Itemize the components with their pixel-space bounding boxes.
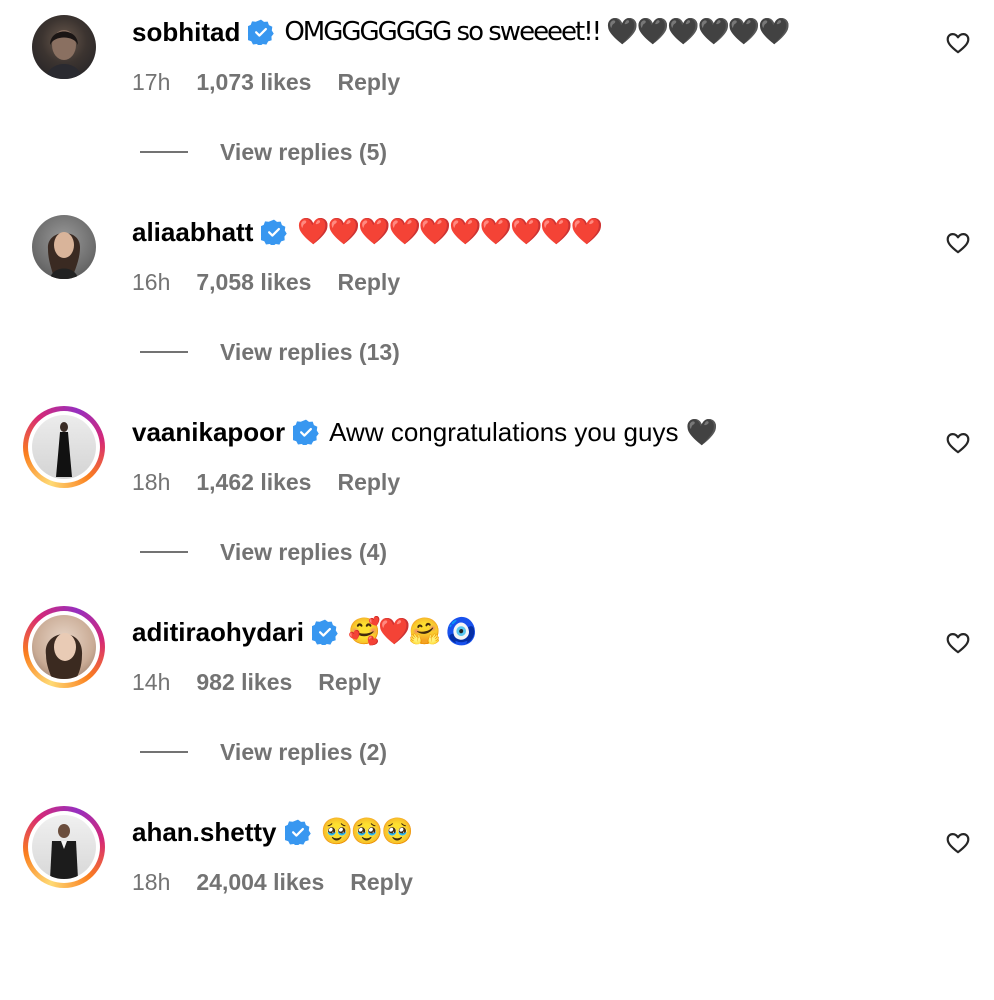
- view-replies-button[interactable]: View replies (5): [140, 132, 387, 172]
- comment-meta: 18h 1,462 likes Reply: [132, 462, 426, 502]
- comment-meta: 16h 7,058 likes Reply: [132, 262, 426, 302]
- likes-count[interactable]: 1,462 likes: [196, 469, 311, 495]
- avatar[interactable]: [23, 6, 105, 88]
- verified-badge-icon: [261, 219, 288, 245]
- likes-count[interactable]: 24,004 likes: [196, 869, 324, 895]
- replies-divider: [140, 751, 188, 753]
- likes-count[interactable]: 1,073 likes: [196, 69, 311, 95]
- comment-text: Aww congratulations you guys 🖤: [329, 417, 719, 447]
- comment-time[interactable]: 18h: [132, 869, 170, 895]
- comment-item: vaanikapoor Aww congratulations you guys…: [0, 400, 994, 600]
- verified-badge-icon: [284, 819, 311, 845]
- comment-meta: 18h 24,004 likes Reply: [132, 862, 439, 902]
- avatar-portrait-icon: [47, 232, 80, 279]
- comment-item: aditiraohydari 🥰❤️🤗 🧿 14h 982 likes Reply …: [0, 600, 994, 800]
- view-replies-label: View replies (13): [220, 339, 400, 365]
- avatar-portrait-icon: [50, 824, 78, 879]
- like-heart-icon[interactable]: [945, 230, 971, 256]
- username-link[interactable]: ahan.shetty: [132, 812, 277, 852]
- avatar[interactable]: [23, 806, 105, 888]
- reply-button[interactable]: Reply: [318, 669, 381, 695]
- comment-time[interactable]: 18h: [132, 469, 170, 495]
- like-heart-icon[interactable]: [945, 830, 971, 856]
- comment-header: ahan.shetty 🥹🥹🥹: [132, 812, 414, 852]
- comment-text: 🥰❤️🤗 🧿: [347, 617, 478, 647]
- comment-item: sobhitad OMGGGGGGG so sweeeet!! 🖤🖤🖤🖤🖤🖤 1…: [0, 0, 994, 200]
- replies-divider: [140, 151, 188, 153]
- comment-text: OMGGGGGGG so sweeeet!! 🖤🖤🖤🖤🖤🖤: [284, 17, 790, 47]
- view-replies-label: View replies (4): [220, 539, 388, 565]
- replies-divider: [140, 351, 188, 353]
- reply-button[interactable]: Reply: [350, 869, 413, 895]
- likes-count[interactable]: 7,058 likes: [196, 269, 311, 295]
- comment-time[interactable]: 16h: [132, 269, 170, 295]
- avatar-portrait-icon: [45, 633, 83, 679]
- reply-button[interactable]: Reply: [337, 269, 400, 295]
- avatar-portrait-icon: [56, 422, 72, 477]
- comment-text: ❤️❤️❤️❤️❤️❤️❤️❤️❤️❤️: [297, 217, 603, 247]
- likes-count[interactable]: 982 likes: [196, 669, 292, 695]
- comment-time[interactable]: 17h: [132, 69, 170, 95]
- avatar-image: [32, 815, 96, 879]
- view-replies-button[interactable]: View replies (2): [140, 732, 387, 772]
- avatar[interactable]: [23, 606, 105, 688]
- avatar-image: [32, 415, 96, 479]
- view-replies-button[interactable]: View replies (13): [140, 332, 400, 372]
- avatar[interactable]: [23, 406, 105, 488]
- comment-header: aliaabhatt ❤️❤️❤️❤️❤️❤️❤️❤️❤️❤️: [132, 212, 603, 252]
- comment-text: 🥹🥹🥹: [320, 817, 414, 847]
- avatar-image: [32, 15, 96, 79]
- comment-item: aliaabhatt ❤️❤️❤️❤️❤️❤️❤️❤️❤️❤️ 16h 7,058…: [0, 200, 994, 400]
- comment-time[interactable]: 14h: [132, 669, 170, 695]
- replies-divider: [140, 551, 188, 553]
- username-link[interactable]: aliaabhatt: [132, 212, 253, 252]
- view-replies-button[interactable]: View replies (4): [140, 532, 387, 572]
- comment-header: vaanikapoor Aww congratulations you guys…: [132, 412, 718, 452]
- reply-button[interactable]: Reply: [337, 69, 400, 95]
- avatar[interactable]: [23, 206, 105, 288]
- username-link[interactable]: sobhitad: [132, 12, 240, 52]
- reply-button[interactable]: Reply: [337, 469, 400, 495]
- verified-badge-icon: [248, 19, 275, 45]
- view-replies-label: View replies (5): [220, 139, 388, 165]
- like-heart-icon[interactable]: [945, 630, 971, 656]
- comment-header: sobhitad OMGGGGGGG so sweeeet!! 🖤🖤🖤🖤🖤🖤: [132, 12, 791, 52]
- avatar-image: [32, 615, 96, 679]
- comment-meta: 14h 982 likes Reply: [132, 662, 407, 702]
- comment-meta: 17h 1,073 likes Reply: [132, 62, 426, 102]
- like-heart-icon[interactable]: [945, 30, 971, 56]
- verified-badge-icon: [311, 619, 338, 645]
- like-heart-icon[interactable]: [945, 430, 971, 456]
- username-link[interactable]: vaanikapoor: [132, 412, 285, 452]
- avatar-image: [32, 215, 96, 279]
- avatar-portrait-icon: [46, 30, 82, 79]
- comment-header: aditiraohydari 🥰❤️🤗 🧿: [132, 612, 478, 652]
- view-replies-label: View replies (2): [220, 739, 388, 765]
- username-link[interactable]: aditiraohydari: [132, 612, 304, 652]
- verified-badge-icon: [293, 419, 319, 445]
- comment-item: ahan.shetty 🥹🥹🥹 18h 24,004 likes Reply: [0, 800, 994, 1000]
